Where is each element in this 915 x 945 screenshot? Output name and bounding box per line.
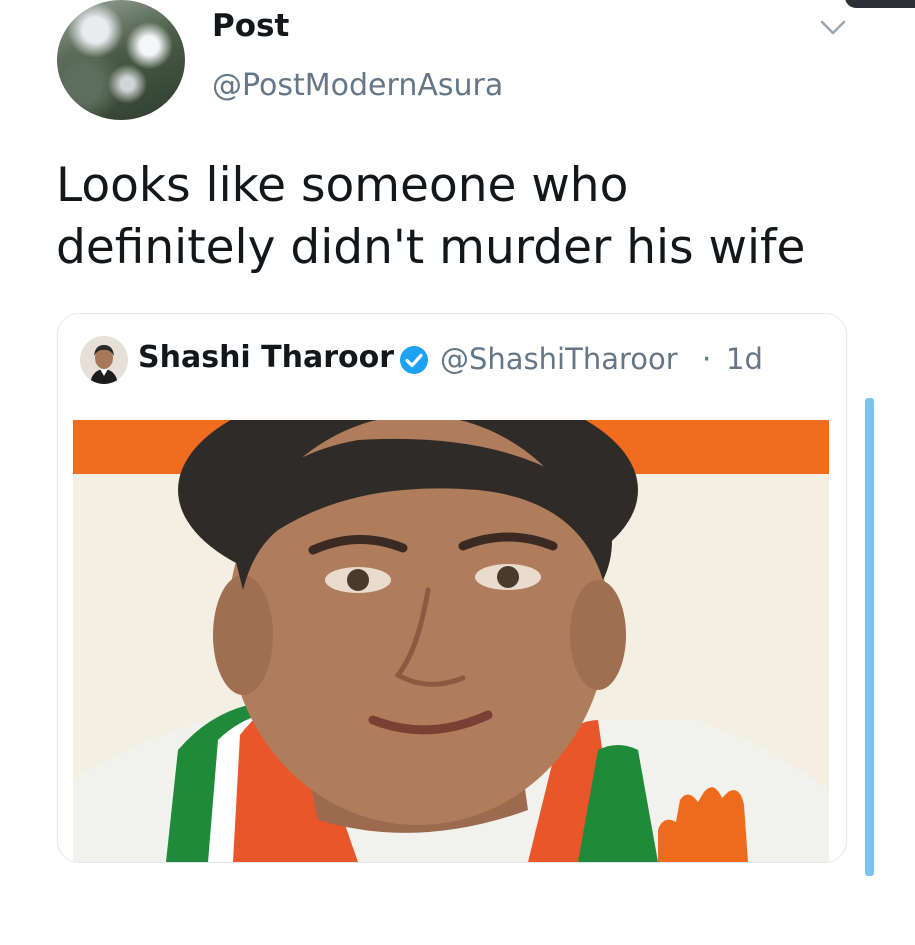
quoted-author-name[interactable]: Shashi Tharoor <box>138 340 394 375</box>
quoted-tweet-photo[interactable] <box>58 420 846 862</box>
quoted-tweet-header: Shashi Tharoor @ShashiTharoor · 1d <box>58 314 846 420</box>
tweet-text: Looks like someone who definitely didn't… <box>56 158 806 275</box>
author-handle[interactable]: @PostModernAsura <box>212 68 503 103</box>
quoted-tweet-time[interactable]: 1d <box>726 342 763 376</box>
author-name[interactable]: Post <box>212 8 289 44</box>
author-avatar[interactable] <box>57 0 185 120</box>
chevron-down-icon[interactable] <box>818 14 848 40</box>
quoted-author-handle[interactable]: @ShashiTharoor <box>440 342 678 376</box>
status-pill <box>845 0 915 8</box>
quoted-tweet-card[interactable]: Shashi Tharoor @ShashiTharoor · 1d <box>57 313 847 863</box>
scrollbar[interactable] <box>865 398 874 876</box>
verified-badge-icon <box>400 346 428 374</box>
quoted-author-avatar[interactable] <box>80 336 128 384</box>
separator-dot: · <box>702 342 712 376</box>
